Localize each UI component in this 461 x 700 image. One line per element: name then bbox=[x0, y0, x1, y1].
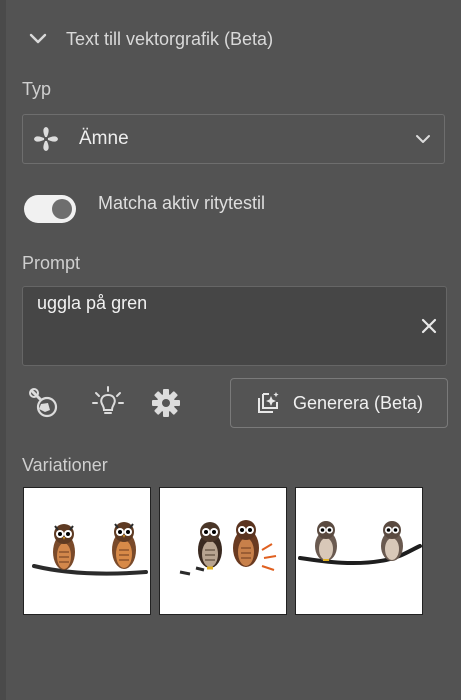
panel-title: Text till vektorgrafik (Beta) bbox=[66, 28, 274, 49]
variation-thumbnail-1[interactable] bbox=[23, 487, 151, 615]
prompt-text[interactable]: uggla på gren bbox=[37, 293, 147, 314]
prompt-label: Prompt bbox=[22, 253, 81, 273]
chevron-down-icon[interactable] bbox=[28, 29, 48, 49]
match-style-toggle[interactable] bbox=[24, 195, 76, 223]
match-style-row: Matcha aktiv ritytestil bbox=[24, 192, 266, 223]
pinwheel-icon bbox=[34, 127, 58, 151]
match-style-label: Matcha aktiv ritytestil bbox=[98, 192, 266, 213]
generate-button-label: Generera (Beta) bbox=[292, 392, 424, 413]
variations-grid bbox=[23, 487, 423, 615]
variations-label: Variationer bbox=[22, 455, 108, 475]
owl-on-branch-image bbox=[298, 521, 422, 566]
type-dropdown[interactable]: Ämne bbox=[22, 114, 445, 164]
toggle-knob bbox=[52, 199, 72, 219]
sample-style-icon[interactable] bbox=[26, 385, 62, 421]
text-to-vector-panel: Text till vektorgrafik (Beta) Typ Ämne M… bbox=[6, 0, 461, 700]
chevron-down-icon bbox=[416, 135, 430, 143]
type-label: Typ bbox=[22, 79, 52, 99]
type-selected-value: Ämne bbox=[79, 128, 129, 149]
prompt-input[interactable]: uggla på gren bbox=[22, 286, 447, 366]
lightbulb-icon[interactable] bbox=[90, 385, 126, 421]
owl-on-branch-image bbox=[179, 520, 277, 576]
gear-icon[interactable] bbox=[148, 385, 184, 421]
clear-icon[interactable] bbox=[420, 317, 438, 335]
variation-thumbnail-3[interactable] bbox=[295, 487, 423, 615]
variation-thumbnail-2[interactable] bbox=[159, 487, 287, 615]
generate-button[interactable]: Generera (Beta) bbox=[230, 378, 448, 428]
generate-sparkle-icon bbox=[257, 392, 279, 413]
owl-on-branch-image bbox=[32, 522, 148, 576]
panel-header[interactable]: Text till vektorgrafik (Beta) bbox=[28, 24, 273, 54]
